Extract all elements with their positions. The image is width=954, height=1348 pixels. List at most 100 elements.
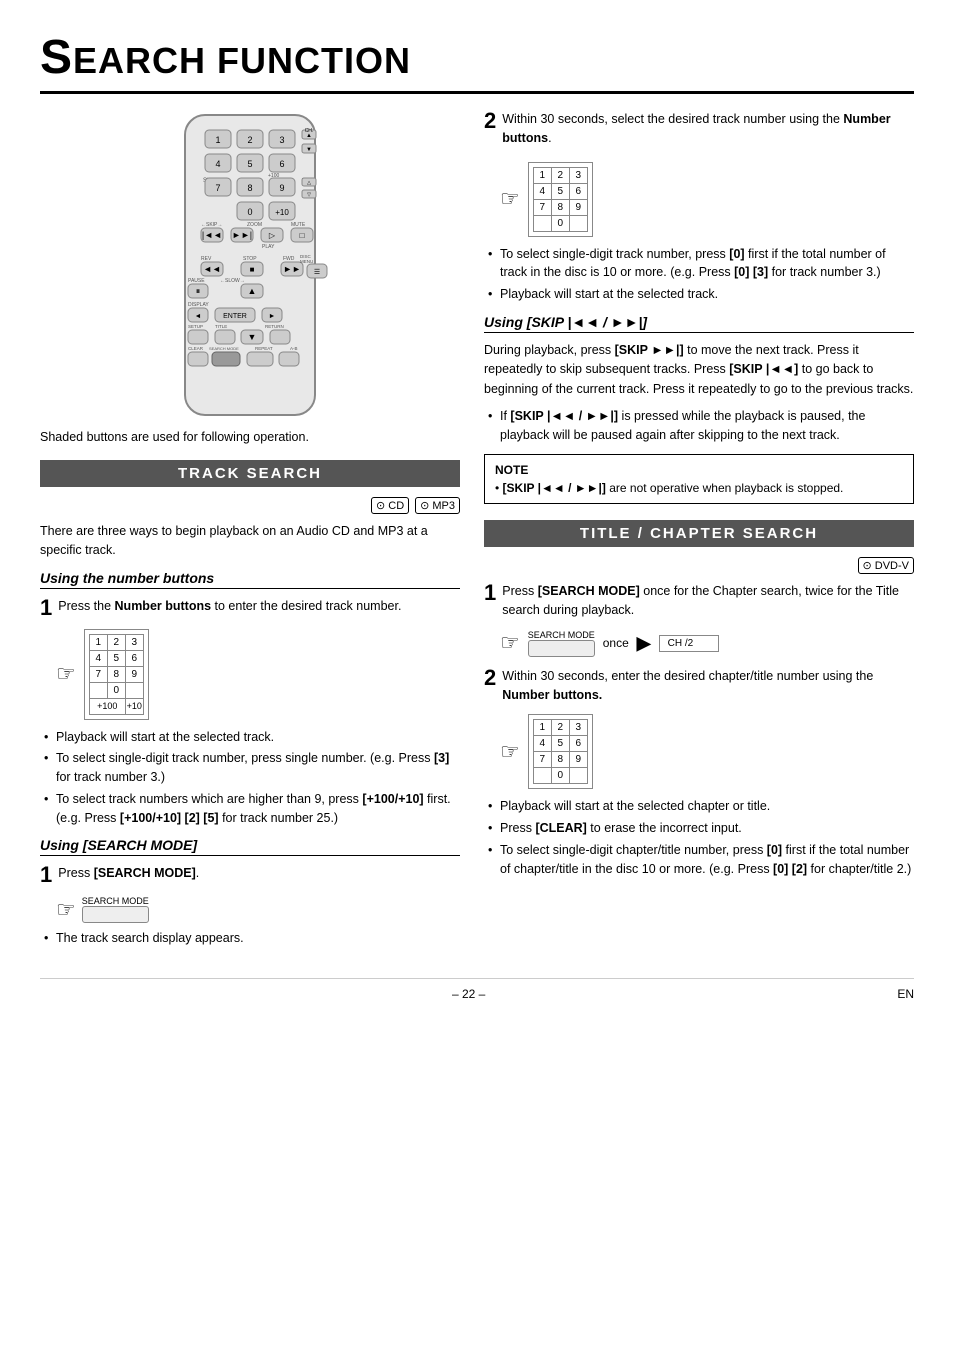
svg-text:REV: REV bbox=[201, 256, 212, 262]
search-mode-btn-2 bbox=[528, 640, 595, 657]
title-rest: EARCH FUNCTION bbox=[73, 40, 411, 81]
mp3-label: MP3 bbox=[432, 500, 455, 512]
svg-text:PAUSE: PAUSE bbox=[188, 278, 205, 284]
search-mode-btn-group: SEARCH MODE bbox=[528, 630, 595, 657]
n3-4: 4 bbox=[533, 736, 551, 752]
svg-text:FWD: FWD bbox=[283, 256, 295, 262]
step1-tc-text: Press [SEARCH MODE] once for the Chapter… bbox=[502, 582, 914, 620]
num-0: 0 bbox=[107, 682, 125, 698]
svg-text:PLAY: PLAY bbox=[262, 244, 275, 250]
hand-icon-2: ☞ bbox=[56, 897, 76, 923]
step1-search-text: Press [SEARCH MODE]. bbox=[58, 864, 460, 883]
bullets-search-mode: The track search display appears. bbox=[40, 929, 460, 948]
n3-3: 3 bbox=[569, 720, 587, 736]
shaded-note: Shaded buttons are used for following op… bbox=[40, 430, 460, 444]
n3-5: 5 bbox=[551, 736, 569, 752]
svg-text:□: □ bbox=[300, 231, 305, 240]
remote-illustration: 1 2 3 ▲ CH. 4 5 6 ▼ SLEEP bbox=[40, 110, 460, 420]
svg-text:SETUP: SETUP bbox=[188, 324, 203, 329]
numpad2: 1 2 3 4 5 6 7 8 9 bbox=[528, 162, 593, 237]
svg-text:1: 1 bbox=[215, 135, 220, 145]
n3-9: 9 bbox=[569, 752, 587, 768]
num-4: 4 bbox=[89, 650, 107, 666]
num-7: 7 bbox=[89, 666, 107, 682]
svg-text:▽: ▽ bbox=[307, 192, 311, 198]
bullet-clear: Press [CLEAR] to erase the incorrect inp… bbox=[484, 819, 914, 838]
num-2: 2 bbox=[107, 634, 125, 650]
bullet-skip-paused: If [SKIP |◄◄ / ►►|] is pressed while the… bbox=[484, 407, 914, 445]
svg-text:6: 6 bbox=[279, 159, 284, 169]
page-footer: – 22 – EN bbox=[40, 978, 914, 1001]
step1-tc-bold: [SEARCH MODE] bbox=[538, 584, 640, 598]
step1-num: 1 bbox=[40, 597, 52, 619]
step1-text: Press the Number buttons to enter the de… bbox=[58, 597, 460, 616]
svg-text:►►|: ►►| bbox=[232, 230, 252, 240]
num-5: 5 bbox=[107, 650, 125, 666]
n3-blank1 bbox=[533, 768, 551, 784]
bullets-step2-right: To select single-digit track number, pre… bbox=[484, 245, 914, 304]
n2-5: 5 bbox=[551, 183, 569, 199]
dvd-icon-row: ⊙ DVD-V bbox=[484, 557, 914, 574]
once-text: once bbox=[603, 636, 629, 650]
svg-text:ZOOM: ZOOM bbox=[247, 222, 262, 228]
hand-icon-3: ☞ bbox=[500, 186, 520, 212]
step2-bold: Number buttons bbox=[502, 112, 890, 145]
ch-display: CH /2 bbox=[659, 635, 719, 652]
title-big-s: S bbox=[40, 31, 73, 84]
hand-icon: ☞ bbox=[56, 661, 76, 687]
dvd-label: DVD-V bbox=[875, 560, 909, 572]
search-mode-label: SEARCH MODE bbox=[82, 896, 149, 906]
svg-text:A-B: A-B bbox=[290, 346, 298, 351]
cd-label: CD bbox=[388, 500, 404, 512]
svg-text:STOP: STOP bbox=[243, 256, 257, 262]
svg-text:⏸: ⏸ bbox=[196, 286, 201, 296]
svg-text:MENU: MENU bbox=[300, 259, 313, 264]
arrow-right-icon: ▶ bbox=[637, 633, 651, 654]
num-blank1 bbox=[89, 682, 107, 698]
svg-text:|◄◄: |◄◄ bbox=[202, 230, 222, 240]
mp3-icon: ⊙ MP3 bbox=[415, 497, 460, 514]
svg-text:▼: ▼ bbox=[306, 147, 312, 153]
step2-tc-num: 2 bbox=[484, 667, 496, 689]
svg-text:ENTER: ENTER bbox=[223, 313, 247, 320]
step2-tc-bold: Number buttons. bbox=[502, 688, 602, 702]
left-column: 1 2 3 ▲ CH. 4 5 6 ▼ SLEEP bbox=[40, 110, 460, 958]
note-title: NOTE bbox=[495, 463, 903, 477]
svg-text:+10: +10 bbox=[275, 208, 289, 217]
once-diagram: ☞ SEARCH MODE once ▶ CH /2 bbox=[500, 630, 914, 657]
n3-8: 8 bbox=[551, 752, 569, 768]
bullet-tc-playback: Playback will start at the selected chap… bbox=[484, 797, 914, 816]
bullet-tc-single-digit: To select single-digit chapter/title num… bbox=[484, 841, 914, 879]
svg-text:0: 0 bbox=[247, 207, 252, 217]
step1-search-mode: 1 Press [SEARCH MODE]. bbox=[40, 864, 460, 886]
n2-0: 0 bbox=[551, 215, 569, 231]
num-8: 8 bbox=[107, 666, 125, 682]
search-mode-label-2: SEARCH MODE bbox=[528, 630, 595, 640]
svg-text:►►: ►► bbox=[283, 264, 301, 274]
numpad3-container: ☞ 1 2 3 4 5 6 7 8 9 bbox=[500, 714, 914, 789]
step1-number-buttons: 1 Press the Number buttons to enter the … bbox=[40, 597, 460, 619]
svg-text:RETURN: RETURN bbox=[265, 324, 284, 329]
svg-text:CH.: CH. bbox=[305, 128, 314, 134]
svg-text:9: 9 bbox=[279, 183, 284, 193]
n2-4: 4 bbox=[533, 183, 551, 199]
num-1: 1 bbox=[89, 634, 107, 650]
svg-text:▷: ▷ bbox=[269, 231, 276, 240]
note-text: • [SKIP |◄◄ / ►►|] are not operative whe… bbox=[495, 481, 903, 495]
step2-number-buttons: 2 Within 30 seconds, select the desired … bbox=[484, 110, 914, 148]
using-skip-heading: Using [SKIP |◄◄ / ►►|] bbox=[484, 314, 914, 333]
svg-text:←SLOW→: ←SLOW→ bbox=[220, 278, 245, 284]
svg-text:SEARCH MODE: SEARCH MODE bbox=[209, 346, 239, 351]
n2-6: 6 bbox=[569, 183, 587, 199]
svg-text:TITLE: TITLE bbox=[215, 324, 227, 329]
n2-blank1 bbox=[533, 215, 551, 231]
numpad1: 1 2 3 4 5 6 7 8 9 bbox=[84, 629, 149, 720]
step1-tc-num: 1 bbox=[484, 582, 496, 604]
svg-text:7: 7 bbox=[215, 183, 220, 193]
num-10: +10 bbox=[125, 698, 143, 714]
step1-search-text2: . bbox=[196, 866, 199, 880]
remote-svg: 1 2 3 ▲ CH. 4 5 6 ▼ SLEEP bbox=[155, 110, 345, 420]
svg-text:+100: +100 bbox=[268, 173, 279, 179]
svg-text:MUTE: MUTE bbox=[291, 222, 306, 228]
num-9: 9 bbox=[125, 666, 143, 682]
